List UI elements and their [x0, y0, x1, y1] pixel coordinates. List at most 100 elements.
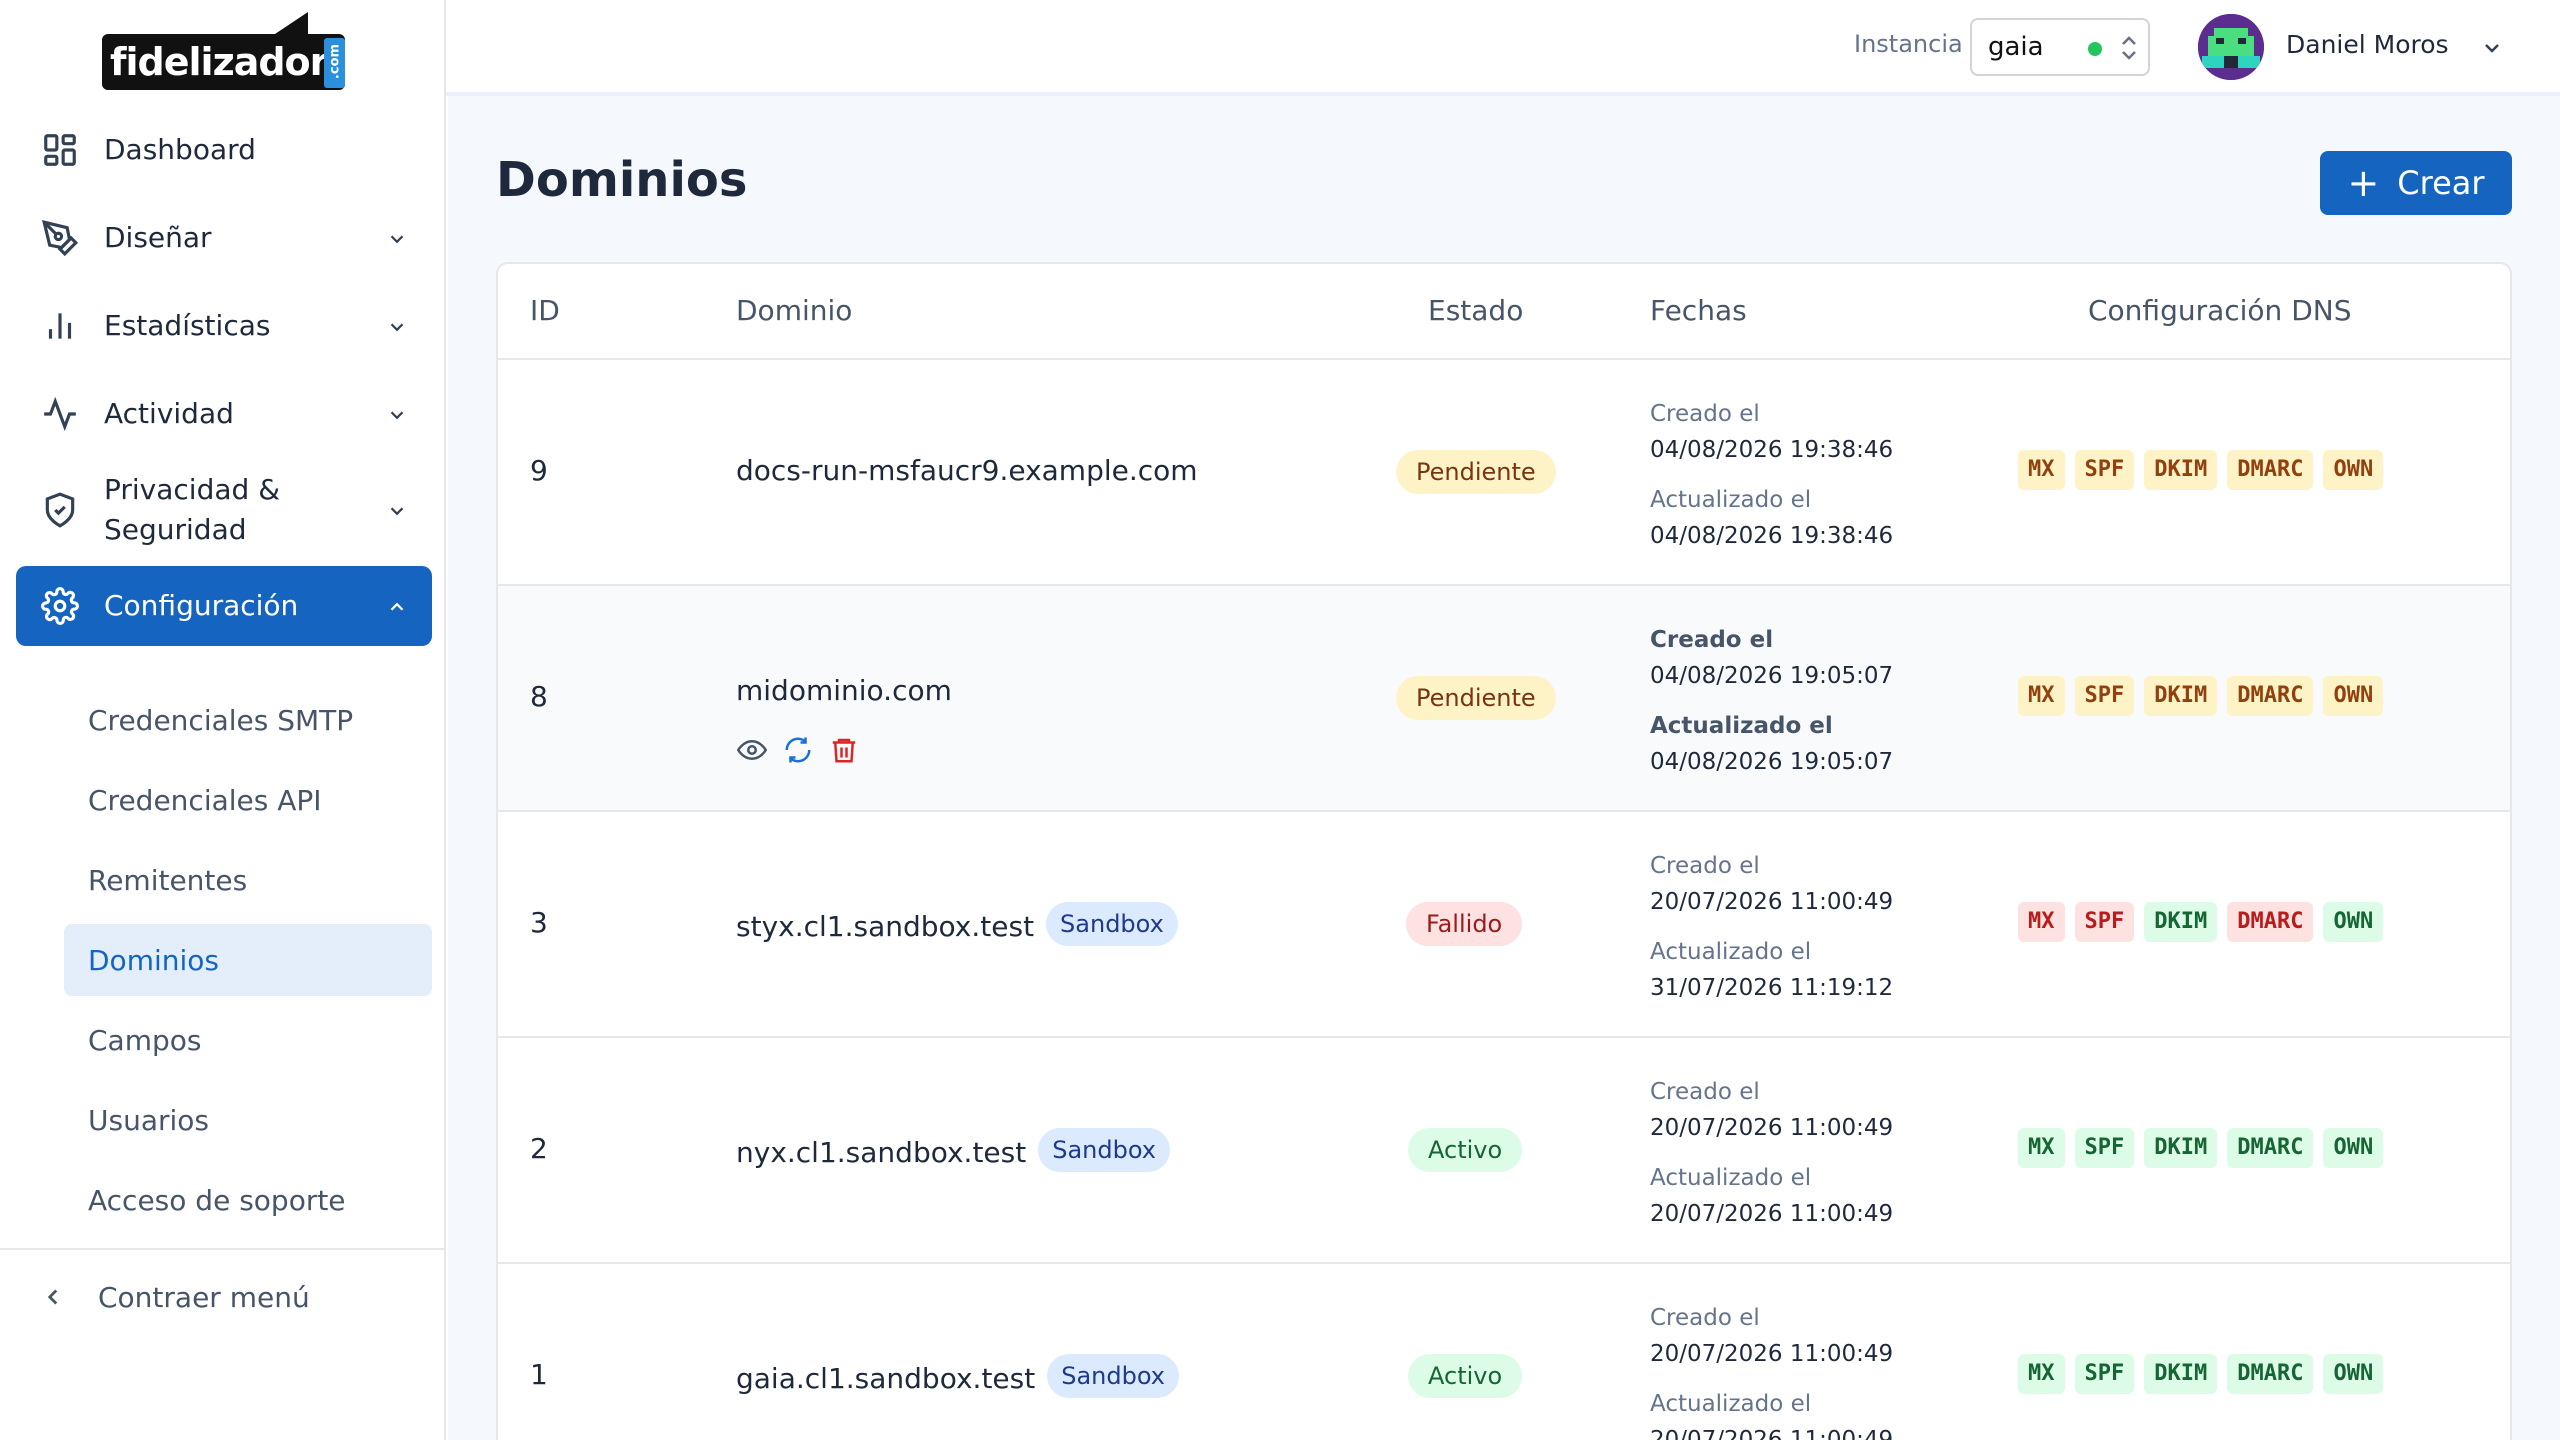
create-button[interactable]: + Crear: [2320, 151, 2512, 215]
subnav-item-credenciales-api[interactable]: Credenciales API: [64, 764, 432, 836]
refresh-icon[interactable]: [782, 734, 814, 766]
sidebar-item-label: Privacidad & Seguridad: [104, 473, 281, 546]
created-label: Creado el: [1650, 853, 1760, 879]
subnav-item-remitentes[interactable]: Remitentes: [64, 844, 432, 916]
table-row[interactable]: 3 styx.cl1.sandbox.test Sandbox Fallido …: [498, 812, 2510, 1038]
dns-badge-dkim: DKIM: [2144, 1128, 2218, 1168]
chevron-down-icon: [386, 316, 406, 336]
activity-pulse-icon: [40, 394, 80, 434]
sidebar-item-privacidad[interactable]: Privacidad & Seguridad: [16, 462, 432, 558]
dates-cell: Creado el 04/08/2026 19:05:07 Actualizad…: [1650, 622, 1893, 780]
created-value: 20/07/2026 11:00:49: [1650, 1115, 1894, 1141]
updated-value: 20/07/2026 11:00:49: [1650, 1427, 1894, 1440]
updated-value: 20/07/2026 11:00:49: [1650, 1201, 1894, 1227]
subnav-item-usuarios[interactable]: Usuarios: [64, 1084, 432, 1156]
table-row[interactable]: 1 gaia.cl1.sandbox.test Sandbox Activo C…: [498, 1264, 2510, 1440]
updated-value: 31/07/2026 11:19:12: [1650, 975, 1894, 1001]
dns-badge-own: OWN: [2323, 676, 2384, 716]
pixel-avatar-icon: [2198, 14, 2264, 80]
chevron-down-icon: [386, 404, 406, 424]
dns-badge-dmarc: DMARC: [2227, 676, 2314, 716]
domains-table: ID Dominio Estado Fechas Configuración D…: [496, 262, 2512, 1440]
avatar[interactable]: [2198, 14, 2264, 80]
domain-id: 3: [530, 906, 548, 939]
domain-name: docs-run-msfaucr9.example.com: [736, 454, 1198, 487]
sidebar-item-dashboard[interactable]: Dashboard: [16, 110, 432, 190]
instance-value: gaia: [1988, 32, 2044, 62]
status-badge: Fallido: [1406, 902, 1523, 946]
logo-peak: [272, 12, 308, 36]
shield-check-icon: [40, 490, 80, 530]
view-eye-icon[interactable]: [736, 734, 768, 766]
user-name[interactable]: Daniel Moros: [2286, 30, 2449, 59]
dns-badge-mx: MX: [2018, 676, 2065, 716]
created-value: 20/07/2026 11:00:49: [1650, 1341, 1894, 1367]
logo-com-tag: .com: [324, 38, 345, 88]
domain-name: gaia.cl1.sandbox.test Sandbox: [736, 1354, 1179, 1398]
domain-text: nyx.cl1.sandbox.test: [736, 1135, 1027, 1169]
chevron-down-icon[interactable]: [2480, 36, 2504, 60]
dns-badge-spf: SPF: [2074, 1354, 2135, 1394]
dns-badge-own: OWN: [2323, 902, 2384, 942]
dates-cell: Creado el 20/07/2026 11:00:49 Actualizad…: [1650, 1300, 1893, 1440]
sidebar-item-disenar[interactable]: Diseñar: [16, 198, 432, 278]
updated-value: 04/08/2026 19:05:07: [1650, 749, 1894, 775]
sandbox-badge: Sandbox: [1047, 1354, 1179, 1398]
instance-status-dot: [2088, 42, 2102, 56]
created-value: 20/07/2026 11:00:49: [1650, 889, 1894, 915]
sidebar-item-configuracion[interactable]: Configuración: [16, 566, 432, 646]
select-updown-icon: [2120, 34, 2138, 62]
subnav-item-credenciales-smtp[interactable]: Credenciales SMTP: [64, 684, 432, 756]
domain-text: gaia.cl1.sandbox.test: [736, 1361, 1036, 1395]
fidelizador-logo[interactable]: fidelizador .com: [102, 10, 352, 90]
dns-badge-mx: MX: [2018, 902, 2065, 942]
domain-id: 8: [530, 680, 548, 713]
sandbox-badge: Sandbox: [1038, 1128, 1171, 1172]
sidebar-item-estadisticas[interactable]: Estadísticas: [16, 286, 432, 366]
created-label: Creado el: [1650, 627, 1774, 653]
dns-badge-dmarc: DMARC: [2227, 902, 2314, 942]
dns-config: MX SPF DKIM DMARC OWN: [2018, 1128, 2384, 1168]
created-value: 04/08/2026 19:05:07: [1650, 663, 1894, 689]
dns-config: MX SPF DKIM DMARC OWN: [2018, 450, 2384, 490]
dns-badge-dkim: DKIM: [2144, 1354, 2218, 1394]
table-row[interactable]: 9 docs-run-msfaucr9.example.com Pendient…: [498, 360, 2510, 586]
page-title: Dominios: [496, 152, 748, 208]
domain-name: nyx.cl1.sandbox.test Sandbox: [736, 1128, 1171, 1172]
subnav-item-dominios[interactable]: Dominios: [64, 924, 432, 996]
created-label: Creado el: [1650, 1305, 1760, 1331]
dns-badge-spf: SPF: [2074, 902, 2135, 942]
gear-icon: [40, 586, 80, 626]
row-actions: [736, 734, 860, 766]
dates-cell: Creado el 04/08/2026 19:38:46 Actualizad…: [1650, 396, 1893, 554]
status-badge: Pendiente: [1396, 450, 1556, 494]
updated-label: Actualizado el: [1650, 1165, 1812, 1191]
dns-badge-dmarc: DMARC: [2227, 1128, 2314, 1168]
chevron-up-icon: [386, 596, 406, 616]
domain-text: styx.cl1.sandbox.test: [736, 909, 1035, 943]
dns-badge-own: OWN: [2323, 1128, 2384, 1168]
pen-tool-icon: [40, 218, 80, 258]
created-label: Creado el: [1650, 401, 1760, 427]
dns-badge-mx: MX: [2018, 1354, 2065, 1394]
dns-badge-spf: SPF: [2074, 1128, 2135, 1168]
domain-id: 1: [530, 1358, 548, 1391]
subnav-item-acceso-soporte[interactable]: Acceso de soporte: [64, 1164, 432, 1236]
dns-badge-dmarc: DMARC: [2227, 1354, 2314, 1394]
updated-label: Actualizado el: [1650, 713, 1833, 739]
trash-icon[interactable]: [828, 734, 860, 766]
table-row[interactable]: 8 midominio.com Pendiente Creado el 04/0…: [498, 586, 2510, 812]
sidebar-item-label: Dashboard: [104, 133, 256, 166]
updated-label: Actualizado el: [1650, 487, 1812, 513]
dashboard-grid-icon: [40, 130, 80, 170]
dates-cell: Creado el 20/07/2026 11:00:49 Actualizad…: [1650, 1074, 1893, 1232]
collapse-menu-button[interactable]: Contraer menú: [0, 1248, 446, 1344]
sidebar-item-actividad[interactable]: Actividad: [16, 374, 432, 454]
dns-config: MX SPF DKIM DMARC OWN: [2018, 902, 2384, 942]
sidebar-item-label: Estadísticas: [104, 309, 271, 342]
dns-badge-dkim: DKIM: [2144, 450, 2218, 490]
instance-select[interactable]: gaia: [1970, 18, 2150, 76]
subnav-item-campos[interactable]: Campos: [64, 1004, 432, 1076]
topbar: Instancia gaia Daniel Moros: [446, 0, 2560, 96]
table-row[interactable]: 2 nyx.cl1.sandbox.test Sandbox Activo Cr…: [498, 1038, 2510, 1264]
